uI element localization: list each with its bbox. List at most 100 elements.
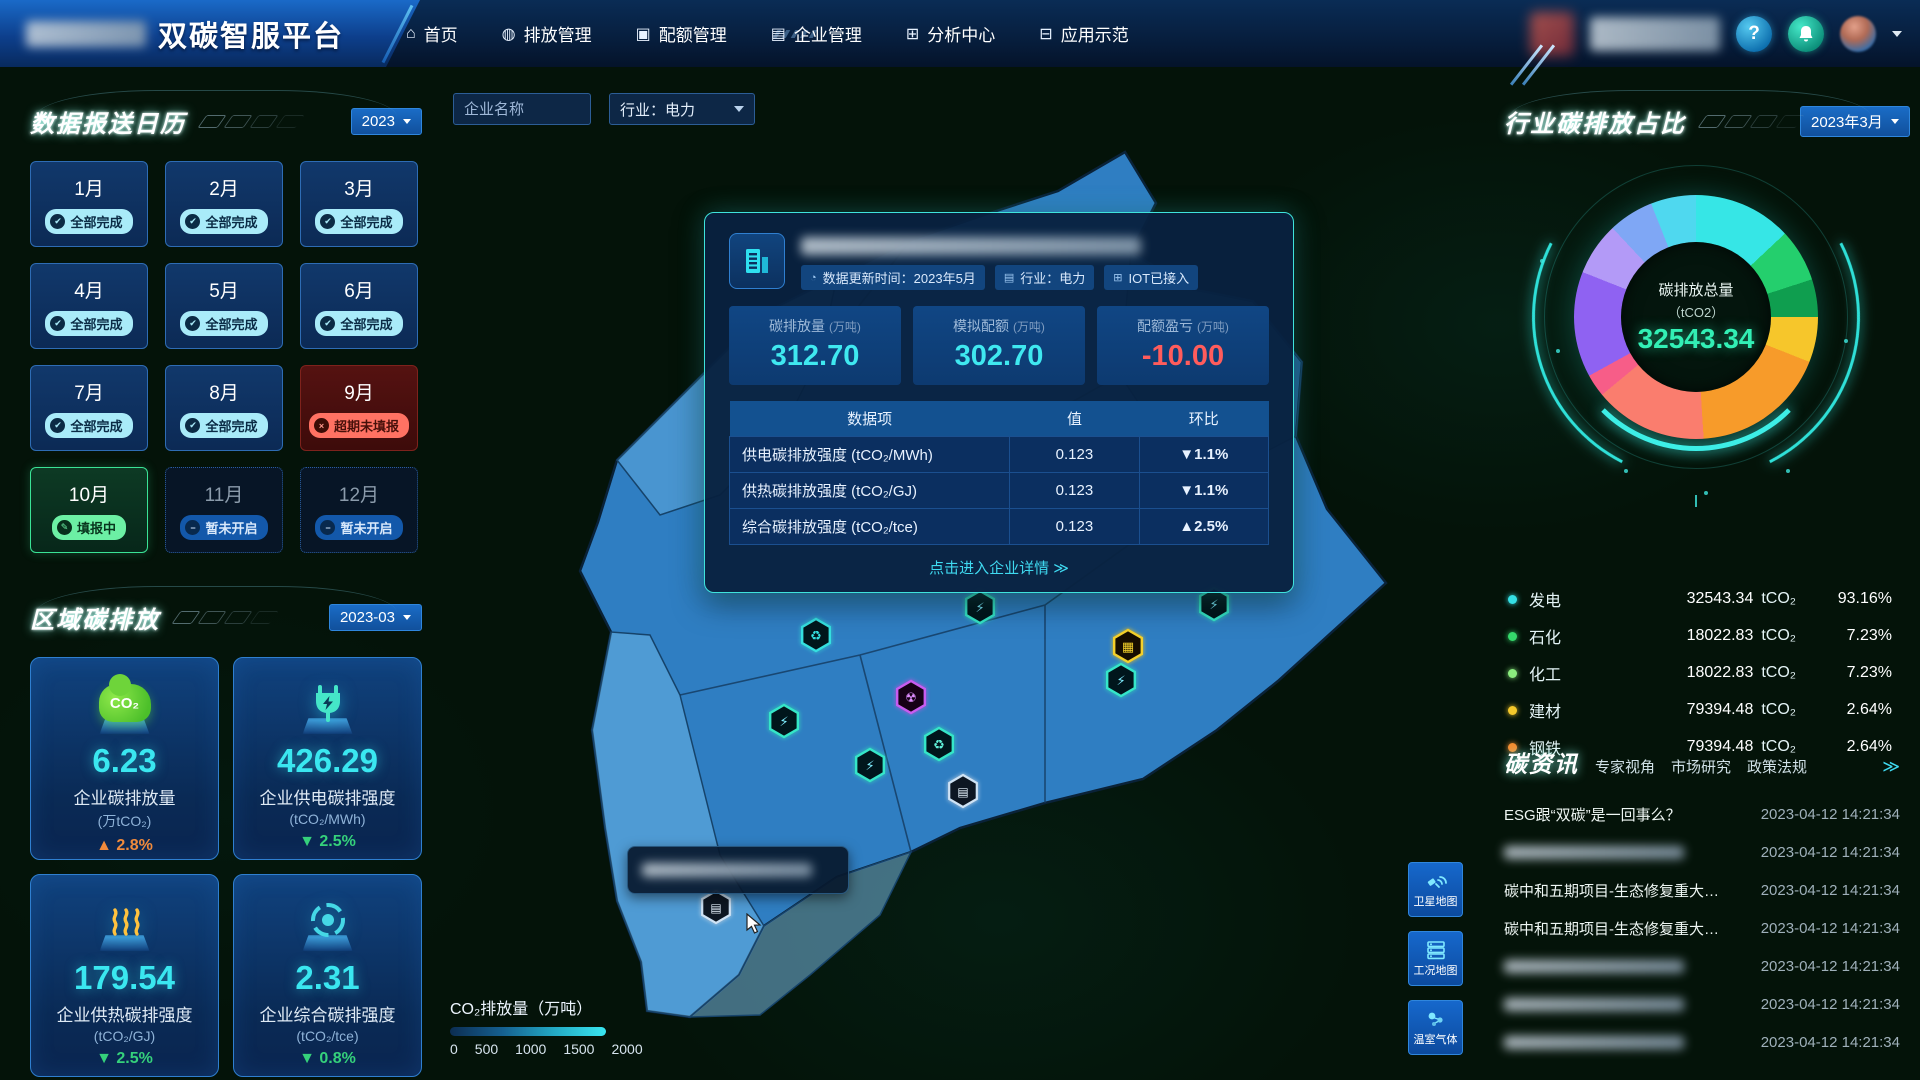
help-button[interactable]: ? [1736, 16, 1772, 52]
enterprise-detail-link[interactable]: 点击进入企业详情 ≫ [729, 557, 1269, 578]
company-name-input[interactable] [453, 93, 591, 125]
month-card-2[interactable]: 2月 ✔全部完成 [165, 161, 283, 247]
region-header: 区域碳排放 2023-03 [30, 600, 422, 635]
month-card-11[interactable]: 11月 −暂未开启 [165, 467, 283, 553]
dashboard-root: 双碳智服平台 ⌂ 首页 ◍ 排放管理 ▣ 配额管理 ▤ 企业管理 ⊞ 分析 [0, 0, 1920, 1080]
map-marker-power[interactable]: ⚡ [856, 749, 884, 781]
notification-button[interactable] [1788, 16, 1824, 52]
news-item-blurred[interactable]: 2023-04-12 14:21:34 [1504, 985, 1900, 1023]
map-marker-recycle[interactable]: ♻ [925, 728, 953, 760]
news-item[interactable]: ESG跟“双碳”是一回事么？ 2023-04-12 14:21:34 [1504, 795, 1900, 833]
industry-header: 行业碳排放占比 2023年3月 [1504, 104, 1896, 139]
chevron-down-icon[interactable] [1892, 31, 1902, 37]
region-period-select[interactable]: 2023-03 [329, 604, 422, 631]
map-marker-power[interactable]: ⚡ [770, 705, 798, 737]
map-mini-tooltip[interactable] [627, 846, 849, 894]
stat-value: 312.70 [733, 340, 897, 373]
map-marker-nuclear[interactable]: ☢ [897, 681, 925, 713]
legend-row-chemical[interactable]: 化工 18022.83 tCO₂ 7.23% [1508, 661, 1892, 685]
month-card-4[interactable]: 4月 ✔全部完成 [30, 263, 148, 349]
industry-period-value: 2023年3月 [1811, 111, 1883, 132]
metric-grid: CO₂ 6.23 企业碳排放量 (万tCO₂) ▲ 2.8% 426.29 [30, 657, 422, 1077]
month-card-7[interactable]: 7月 ✔全部完成 [30, 365, 148, 451]
satellite-map-button[interactable]: 卫星地图 [1408, 862, 1463, 917]
iot-text: IOT已接入 [1128, 268, 1189, 287]
calendar-year-select[interactable]: 2023 [351, 108, 422, 135]
month-card-10[interactable]: 10月 ✎填报中 [30, 467, 148, 553]
col-value: 值 [1010, 401, 1139, 437]
nav-item-home[interactable]: ⌂ 首页 [406, 21, 458, 46]
metric-label: 企业综合碳排强度 [260, 1001, 396, 1026]
nav-item-quota[interactable]: ▣ 配额管理 [636, 21, 727, 46]
user-avatar[interactable] [1840, 16, 1876, 52]
news-tab-market[interactable]: 市场研究 [1671, 756, 1731, 777]
month-card-6[interactable]: 6月 ✔全部完成 [300, 263, 418, 349]
news-item[interactable]: 碳中和五期项目-生态修复重大工程 2023-04-12 14:21:34 [1504, 909, 1900, 947]
greenhouse-gas-button[interactable]: 温室气体 [1408, 1000, 1463, 1055]
nav-item-label: 排放管理 [524, 21, 592, 46]
metric-card-emission[interactable]: CO₂ 6.23 企业碳排放量 (万tCO₂) ▲ 2.8% [30, 657, 219, 860]
month-status: 超期未填报 [334, 416, 399, 435]
map-marker-document[interactable]: ▤ [702, 891, 730, 923]
industry-select[interactable]: 行业：电力 [609, 93, 755, 125]
news-title-blurred [1504, 1036, 1684, 1049]
news-more-link[interactable]: ≫ [1882, 757, 1900, 777]
news-item-blurred[interactable]: 2023-04-12 14:21:34 [1504, 1023, 1900, 1061]
industry-donut-ring[interactable]: 碳排放总量 （tCO2） 32543.34 [1574, 195, 1818, 439]
map-marker-grid[interactable]: ▦ [1114, 630, 1142, 662]
metric-card-power[interactable]: 426.29 企业供电碳排强度 (tCO₂/MWh) ▼ 2.5% [233, 657, 422, 860]
month-card-3[interactable]: 3月 ✔全部完成 [300, 161, 418, 247]
donut-center-unit: （tCO2） [1668, 302, 1724, 321]
month-card-8[interactable]: 8月 ✔全部完成 [165, 365, 283, 451]
map-marker-power[interactable]: ⚡ [1107, 664, 1135, 696]
news-tab-expert[interactable]: 专家视角 [1595, 756, 1655, 777]
industry-tag: ▤ 行业：电力 [995, 265, 1094, 290]
news-item-blurred[interactable]: 2023-04-12 14:21:34 [1504, 833, 1900, 871]
stat-emission: 碳排放量 (万吨) 312.70 [729, 306, 901, 385]
news-list: ESG跟“双碳”是一回事么？ 2023-04-12 14:21:34 2023-… [1504, 795, 1900, 1061]
month-card-12[interactable]: 12月 −暂未开启 [300, 467, 418, 553]
month-label: 3月 [344, 174, 374, 201]
cell-value: 0.123 [1010, 473, 1139, 509]
check-icon: ✔ [185, 316, 200, 331]
map-marker-power[interactable]: ⚡ [966, 591, 994, 623]
donut-chart[interactable]: 碳排放总量 （tCO2） 32543.34 [1504, 139, 1896, 569]
cross-icon: × [314, 418, 329, 433]
month-card-1[interactable]: 1月 ✔全部完成 [30, 161, 148, 247]
month-card-9[interactable]: 9月 ×超期未填报 [300, 365, 418, 451]
metric-card-heat[interactable]: 179.54 企业供热碳排强度 (tCO₂/GJ) ▼ 2.5% [30, 874, 219, 1077]
month-status: 全部完成 [205, 314, 257, 333]
stat-label: 碳排放量 [769, 318, 825, 334]
news-tab-policy[interactable]: 政策法规 [1747, 756, 1807, 777]
month-card-5[interactable]: 5月 ✔ 全部完成 [165, 263, 283, 349]
metric-card-comprehensive[interactable]: 2.31 企业综合碳排强度 (tCO₂/tce) ▼ 0.8% [233, 874, 422, 1077]
industry-period-select[interactable]: 2023年3月 [1800, 106, 1910, 137]
news-item-blurred[interactable]: 2023-04-12 14:21:34 [1504, 947, 1900, 985]
month-status: 全部完成 [70, 314, 122, 333]
map-marker-document[interactable]: ▤ [949, 775, 977, 807]
news-item[interactable]: 碳中和五期项目-生态修复重大工程... 2023-04-12 14:21:34 [1504, 871, 1900, 909]
region-period-value: 2023-03 [340, 609, 395, 626]
working-condition-map-button[interactable]: 工况地图 [1408, 931, 1463, 986]
stat-label: 配额盈亏 [1137, 318, 1193, 334]
legend-row-petrochemical[interactable]: 石化 18022.83 tCO₂ 7.23% [1508, 624, 1892, 648]
map-marker-recycle[interactable]: ♻ [802, 619, 830, 651]
legend-row-power[interactable]: 发电 32543.34 tCO₂ 93.16% [1508, 587, 1892, 611]
title-ornament [202, 115, 300, 128]
legend-dot [1508, 706, 1517, 715]
chevron-down-icon [403, 119, 411, 124]
chevron-down-icon [1891, 119, 1899, 124]
legend-row-building-materials[interactable]: 建材 79394.48 tCO₂ 2.64% [1508, 698, 1892, 722]
nav-item-analysis[interactable]: ⊞ 分析中心 [906, 21, 995, 46]
metric-value: 426.29 [277, 742, 378, 780]
cell-value: 0.123 [1010, 509, 1139, 545]
month-label: 11月 [205, 480, 244, 507]
heat-waves-icon [105, 900, 145, 940]
nav-item-emission[interactable]: ◍ 排放管理 [502, 21, 592, 46]
check-icon: ✔ [320, 316, 335, 331]
question-icon: ? [1748, 23, 1760, 45]
metric-change: ▼ 0.8% [299, 1050, 356, 1068]
nav-item-enterprise[interactable]: ▤ 企业管理 [771, 21, 862, 46]
month-label: 5月 [209, 276, 239, 303]
nav-item-demo[interactable]: ⊟ 应用示范 [1039, 21, 1128, 46]
